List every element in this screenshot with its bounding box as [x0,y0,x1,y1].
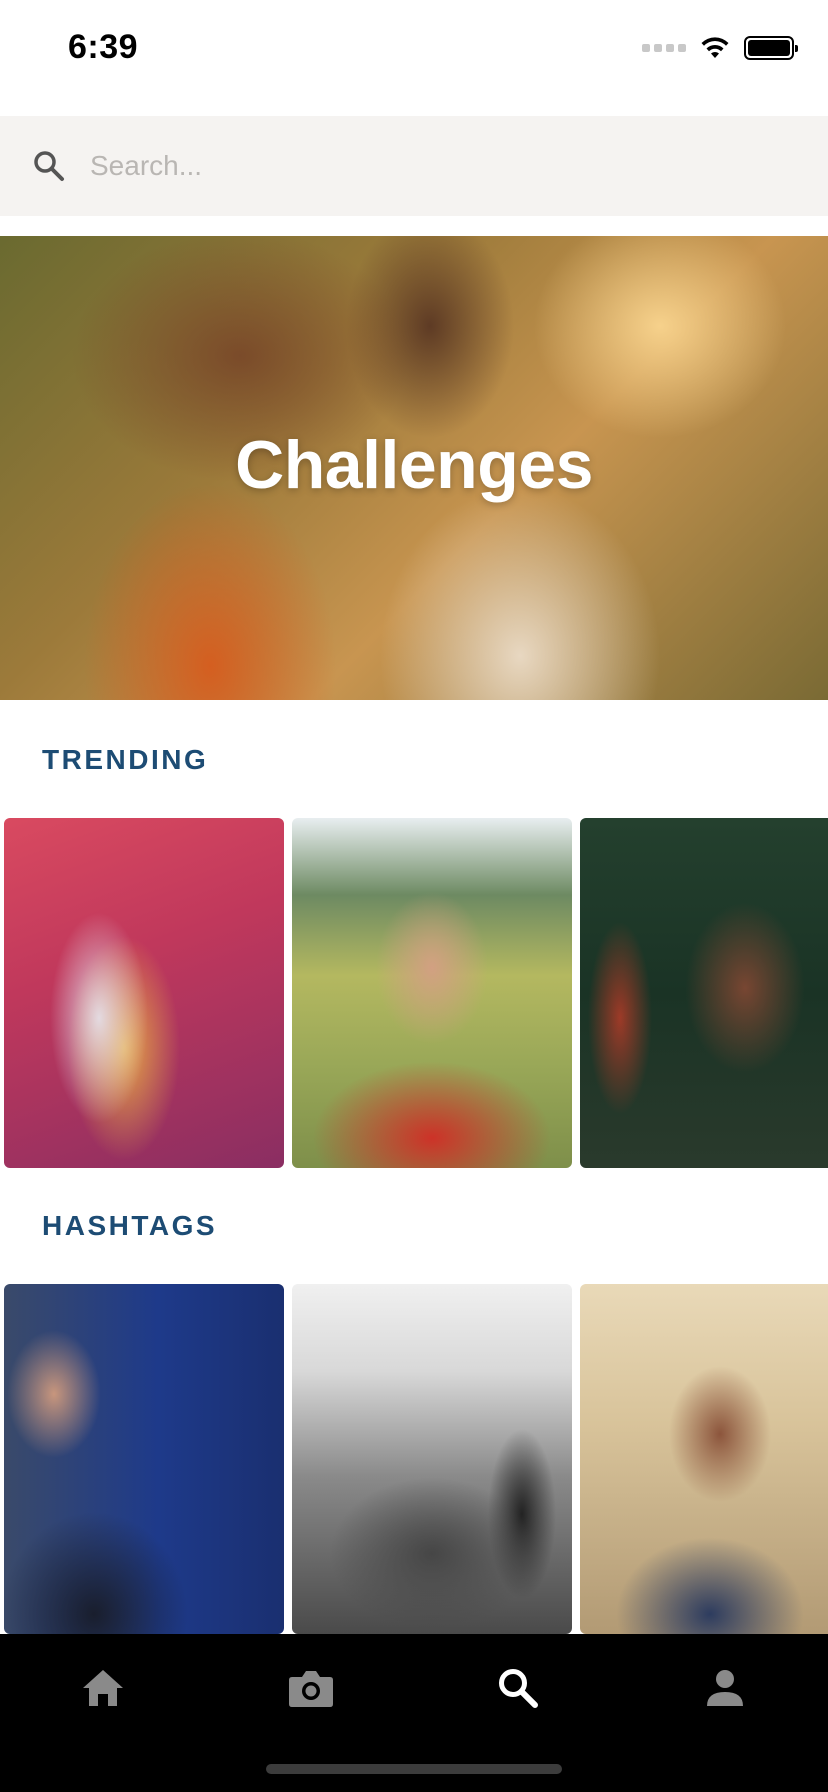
trending-card[interactable] [580,818,828,1168]
hashtag-card[interactable] [580,1284,828,1634]
nav-home[interactable] [73,1658,133,1718]
trending-carousel[interactable] [4,818,828,1168]
nav-search[interactable] [488,1658,548,1718]
search-icon [34,151,64,181]
wifi-icon [701,37,729,58]
hashtag-card[interactable] [4,1284,284,1634]
battery-icon [744,36,798,60]
hashtag-card[interactable] [292,1284,572,1634]
search-input[interactable] [90,136,770,196]
home-indicator[interactable] [266,1764,562,1774]
challenges-banner[interactable]: Challenges [0,236,828,700]
nav-profile[interactable] [695,1658,755,1718]
status-bar: 6:39 [0,0,828,100]
trending-card[interactable] [4,818,284,1168]
search-bar[interactable] [0,116,828,216]
hashtags-section-title: HASHTAGS [42,1210,218,1241]
cellular-signal-icon [642,44,686,52]
person-icon [707,1670,743,1706]
hashtags-carousel[interactable] [4,1284,828,1634]
camera-icon [289,1671,333,1707]
hero-title: Challenges [235,427,593,503]
home-icon [83,1670,123,1706]
trending-card[interactable] [292,818,572,1168]
search-icon [499,1669,538,1708]
trending-section-title: TRENDING [42,744,209,775]
nav-camera[interactable] [281,1658,341,1718]
status-time: 6:39 [68,28,139,66]
status-icons [642,36,798,60]
